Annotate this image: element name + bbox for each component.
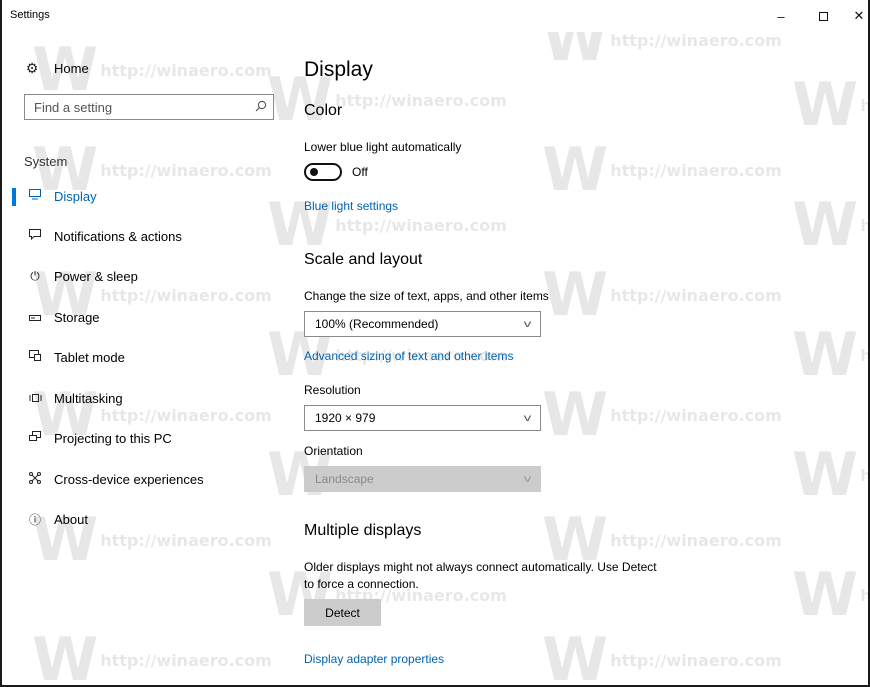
cross-device-icon [26,471,44,487]
minimize-icon: – [777,8,785,24]
sidebar-item-label: Multitasking [54,390,123,406]
color-heading: Color [304,102,343,119]
scale-dropdown[interactable]: 100% (Recommended) v [304,311,541,337]
sidebar-item-storage[interactable]: Storage [2,297,282,337]
resolution-dropdown[interactable]: 1920 × 979 v [304,405,541,431]
tablet-mode-icon [26,350,44,364]
night-light-label: Lower blue light automatically [304,140,462,154]
multiple-displays-description: Older displays might not always connect … [304,560,657,574]
toggle-state-label: Off [352,165,368,179]
storage-icon [26,310,44,324]
notification-icon [26,229,44,243]
detect-button[interactable]: Detect [304,599,381,626]
sidebar-item-projecting[interactable]: Projecting to this PC [2,418,282,458]
scale-size-label: Change the size of text, apps, and other… [304,289,549,303]
sidebar-item-label: About [54,511,88,527]
multiple-displays-heading: Multiple displays [304,522,422,539]
sidebar-item-label: Display [54,188,97,204]
toggle-switch[interactable] [304,163,342,181]
chevron-down-icon: v [523,318,532,330]
resolution-dropdown-value: 1920 × 979 [315,411,376,425]
night-light-toggle[interactable]: Off [304,163,368,181]
sidebar-item-label: Cross-device experiences [54,471,204,487]
info-icon: ⓘ [28,512,41,527]
projecting-icon [26,431,44,445]
orientation-label: Orientation [304,444,363,458]
home-link[interactable]: ⚙ Home [24,60,89,77]
search-input[interactable] [25,96,249,118]
sidebar-item-cross-device[interactable]: Cross-device experiences [2,459,282,499]
display-adapter-properties-link[interactable]: Display adapter properties [304,652,444,666]
scale-dropdown-value: 100% (Recommended) [315,317,439,331]
section-label-system: System [24,154,68,169]
window-title: Settings [10,9,50,21]
home-label: Home [54,61,89,76]
toggle-knob [310,168,318,176]
sidebar-item-power[interactable]: ⏻ Power & sleep [2,256,282,296]
blue-light-settings-link[interactable]: Blue light settings [304,199,398,213]
close-icon: ✕ [853,8,865,23]
title-bar[interactable]: Settings – ✕ [2,0,868,32]
search-icon[interactable] [249,100,273,115]
orientation-dropdown: Landscape v [304,466,541,492]
multitasking-icon [26,391,44,405]
scale-layout-heading: Scale and layout [304,251,423,268]
sidebar: ⚙ Home System Display Notifications & ac… [2,32,282,685]
chevron-down-icon: v [523,412,532,424]
close-button[interactable]: ✕ [836,0,868,32]
sidebar-item-display[interactable]: Display [2,176,282,216]
advanced-sizing-link[interactable]: Advanced sizing of text and other items [304,349,513,363]
gear-icon: ⚙ [25,60,39,76]
resolution-label: Resolution [304,383,361,397]
multiple-displays-description-2: to force a connection. [304,577,419,591]
minimize-button[interactable]: – [758,0,804,32]
sidebar-item-notifications[interactable]: Notifications & actions [2,216,282,256]
main-content: Display Color Lower blue light automatic… [304,32,864,685]
sidebar-item-label: Projecting to this PC [54,430,172,446]
sidebar-item-label: Power & sleep [54,268,138,284]
sidebar-item-tablet-mode[interactable]: Tablet mode [2,337,282,377]
chevron-down-icon: v [523,473,532,485]
page-title: Display [304,58,373,81]
sidebar-item-label: Notifications & actions [54,228,182,244]
power-icon: ⏻ [30,268,40,283]
sidebar-item-label: Storage [54,309,100,325]
search-box[interactable] [24,94,274,120]
settings-window: Whttp://winaero.com Whttp://winaero.com … [0,0,870,687]
sidebar-item-label: Tablet mode [54,349,125,365]
sidebar-item-about[interactable]: ⓘ About [2,499,282,539]
maximize-icon [818,11,828,21]
orientation-dropdown-value: Landscape [315,472,374,486]
monitor-icon [26,189,44,203]
sidebar-item-multitasking[interactable]: Multitasking [2,378,282,418]
